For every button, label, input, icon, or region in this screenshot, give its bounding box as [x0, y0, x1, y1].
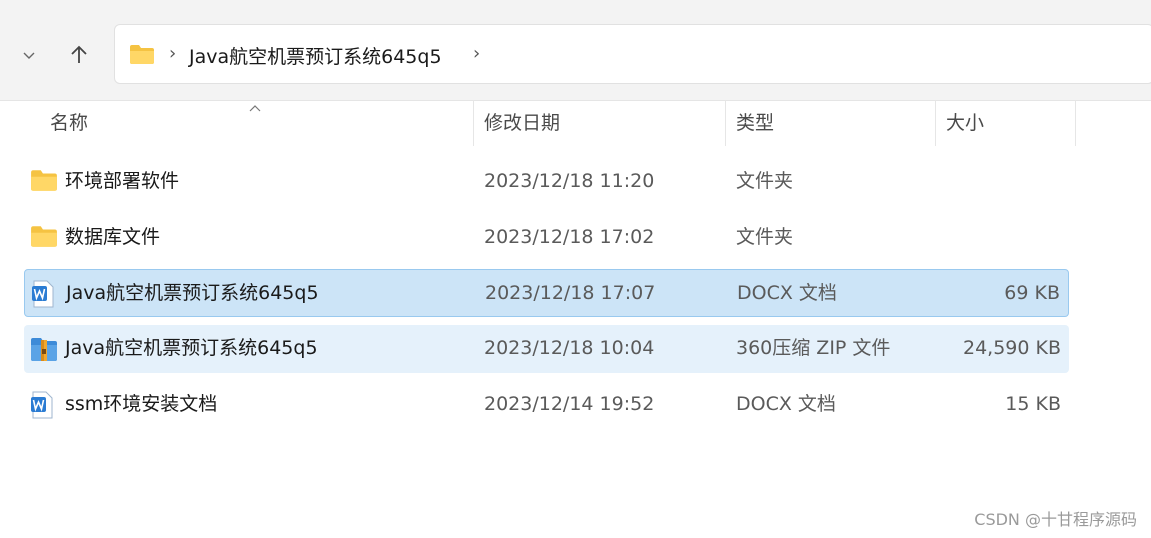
column-header-type[interactable]: 类型 — [726, 100, 935, 146]
file-name: ssm环境安装文档 — [65, 393, 218, 415]
watermark: CSDN @十甘程序源码 — [974, 510, 1137, 529]
up-folder-button[interactable] — [62, 38, 96, 72]
file-modified-date: 2023/12/18 17:02 — [484, 226, 655, 248]
file-row-selected[interactable]: Java航空机票预订系统645q5 2023/12/18 17:07 DOCX … — [24, 269, 1069, 317]
chevron-down-icon — [23, 52, 35, 59]
word-document-icon — [31, 280, 59, 308]
file-name: Java航空机票预订系统645q5 — [66, 282, 319, 304]
file-modified-date: 2023/12/18 11:20 — [484, 170, 655, 192]
file-modified-date: 2023/12/14 19:52 — [484, 393, 655, 415]
recent-locations-button[interactable] — [14, 40, 44, 70]
folder-icon — [129, 43, 155, 69]
file-row[interactable]: 数据库文件 2023/12/18 17:02 文件夹 — [24, 214, 1069, 262]
file-modified-date: 2023/12/18 10:04 — [484, 337, 655, 359]
file-size: 24,590 KB — [962, 337, 1061, 359]
folder-icon — [30, 224, 58, 252]
column-header-name[interactable]: 名称 — [40, 100, 473, 146]
navigation-bar: › Java航空机票预订系统645q5 › — [0, 0, 1151, 101]
file-type: DOCX 文档 — [736, 393, 836, 415]
zip-archive-icon — [30, 335, 58, 363]
file-name: 数据库文件 — [65, 226, 161, 248]
file-size: 15 KB — [1005, 393, 1061, 415]
file-type: DOCX 文档 — [737, 282, 837, 304]
file-name: 环境部署软件 — [65, 170, 180, 192]
file-name: Java航空机票预订系统645q5 — [65, 337, 318, 359]
file-size: 69 KB — [1004, 282, 1060, 304]
file-type: 360压缩 ZIP 文件 — [736, 337, 891, 359]
breadcrumb-current-folder[interactable]: Java航空机票预订系统645q5 — [189, 42, 442, 69]
address-bar[interactable]: › Java航空机票预订系统645q5 › — [114, 24, 1151, 84]
file-row-hovered[interactable]: Java航空机票预订系统645q5 2023/12/18 10:04 360压缩… — [24, 325, 1069, 373]
folder-icon — [30, 168, 58, 196]
column-header-size[interactable]: 大小 — [936, 100, 1075, 146]
file-type: 文件夹 — [736, 226, 794, 248]
word-document-icon — [30, 391, 58, 419]
file-row[interactable]: 环境部署软件 2023/12/18 11:20 文件夹 — [24, 158, 1069, 206]
breadcrumb-separator-icon[interactable]: › — [473, 43, 480, 64]
column-divider[interactable] — [1075, 100, 1076, 146]
file-type: 文件夹 — [736, 170, 794, 192]
arrow-up-icon — [71, 45, 87, 63]
breadcrumb-separator-icon[interactable]: › — [169, 43, 176, 64]
file-row[interactable]: ssm环境安装文档 2023/12/14 19:52 DOCX 文档 15 KB — [24, 381, 1069, 429]
file-modified-date: 2023/12/18 17:07 — [485, 282, 656, 304]
column-header-modified[interactable]: 修改日期 — [474, 100, 725, 146]
